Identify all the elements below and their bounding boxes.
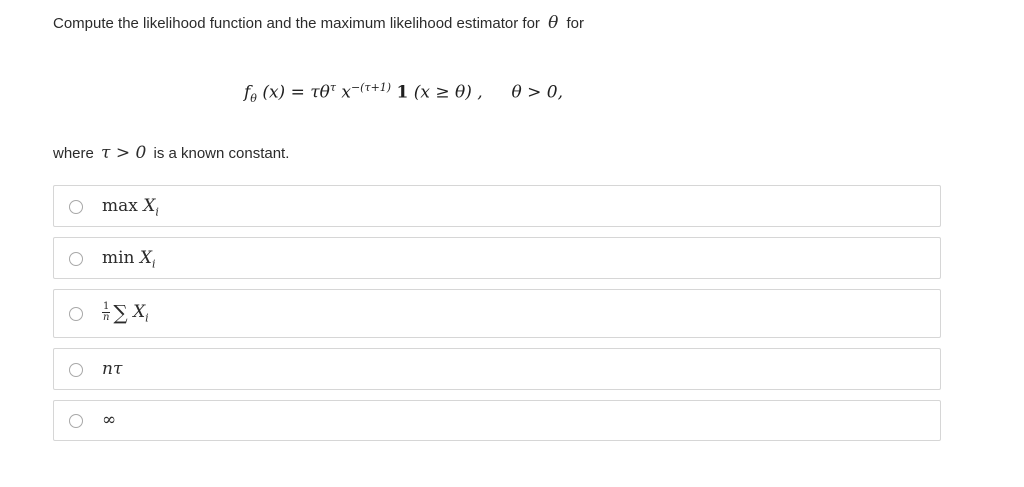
where-text: where τ > 0 is a known constant. [53,142,289,165]
where-condition: τ > 0 [101,143,147,163]
question-text-after: for [566,15,585,32]
radio-button[interactable] [69,307,83,321]
option-label: ∞ [102,410,117,430]
where-text-before: where [53,145,94,162]
option-variable: X [139,248,153,268]
option-subscript: i [145,311,149,325]
option-mean[interactable]: 1 n ∑ Xi [53,289,941,338]
formula-f-subscript: θ [250,92,257,106]
sigma-symbol: ∑ [113,300,128,325]
option-n-tau[interactable]: nτ [53,348,941,390]
option-max[interactable]: max Xi [53,185,941,227]
formula-condition: (x ≥ θ) , [413,82,483,103]
formula-x: x [341,82,351,103]
question-text-before: Compute the likelihood function and the … [53,15,540,32]
formula-indicator: 1 [396,82,409,103]
option-min[interactable]: min Xi [53,237,941,279]
formula-domain: θ > 0, [511,82,564,103]
radio-button[interactable] [69,200,83,214]
radio-button[interactable] [69,363,83,377]
question-text: Compute the likelihood function and the … [53,13,584,34]
option-label: max Xi [102,195,159,223]
option-label: nτ [102,359,123,379]
fraction: 1 n [102,302,111,323]
radio-button[interactable] [69,252,83,266]
formula-tau-exponent: τ [329,81,336,94]
where-text-after: is a known constant. [153,145,290,162]
option-operator: max [102,196,138,216]
option-label: 1 n ∑ Xi [102,301,149,329]
option-operator: min [102,248,135,268]
option-variable: X [143,196,156,216]
option-infinity[interactable]: ∞ [53,400,941,441]
option-variable: X [133,302,146,322]
radio-button[interactable] [69,414,83,428]
density-formula: fθ (x) = τθτ x−(τ+1) 1 (x ≥ θ) , θ > 0, [244,76,563,111]
theta-symbol: θ [548,13,559,33]
option-subscript: i [155,205,159,219]
option-subscript: i [152,257,156,271]
formula-argument: (x) = τθ [262,82,330,103]
formula-x-exponent: −(τ+1) [350,81,392,94]
fraction-denominator: n [102,312,110,323]
option-label: min Xi [102,247,156,275]
